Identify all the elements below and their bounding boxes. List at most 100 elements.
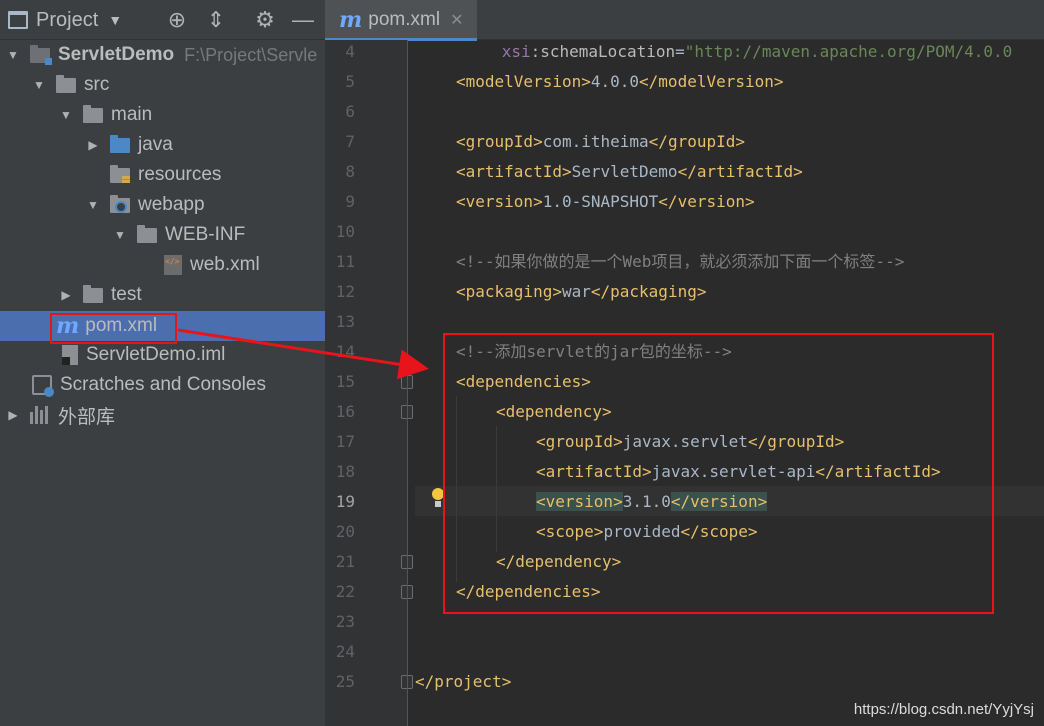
line-number: 12 [335, 282, 355, 301]
line-number: 22 [335, 582, 355, 601]
resources-folder-icon [110, 164, 130, 183]
code-line: <version>1.0-SNAPSHOT</version> [456, 187, 755, 217]
collapsed-arrow-icon[interactable]: ▶ [59, 288, 73, 302]
tree-item-label: src [84, 74, 110, 95]
line-number: 16 [335, 402, 355, 421]
expanded-arrow-icon[interactable]: ▼ [86, 198, 100, 212]
tree-item-label: WEB-INF [165, 224, 246, 245]
code-line: <!--如果你做的是一个Web项目，就必须添加下面一个标签--> [456, 247, 904, 277]
project-panel-header: Project ▼ ⊕ ⇕ ⚙ — [0, 0, 325, 40]
line-number: 21 [335, 552, 355, 571]
gutter-separator [407, 40, 408, 726]
tree-item-external-libraries[interactable]: ▶ 外部库 [0, 400, 325, 430]
line-number: 23 [335, 612, 355, 631]
code-line: <modelVersion>4.0.0</modelVersion> [456, 67, 784, 97]
folder-icon [137, 224, 157, 243]
code-line: </project> [415, 667, 511, 697]
code-line: <groupId>com.itheima</groupId> [456, 127, 745, 157]
xml-file-icon [164, 255, 182, 275]
code-token: "http://maven.apache.org/POM/4.0.0 [684, 42, 1013, 61]
project-window-icon [8, 11, 28, 29]
editor-gutter: 4 5 6 7 8 9 10 11 12 13 14 15 16 17 18 19 20 21 22 23 24 25 [325, 40, 413, 726]
tree-item-servletdemo[interactable]: ▼ ServletDemo F:\Project\Servle [0, 40, 325, 70]
chevron-down-icon[interactable]: ▼ [108, 12, 122, 28]
line-number: 8 [345, 162, 355, 181]
code-token: 4.0.0 [590, 72, 640, 91]
tree-item-label: ServletDemo [58, 44, 175, 65]
tree-item-label: Scratches and Consoles [60, 374, 266, 395]
line-number: 10 [335, 222, 355, 241]
tree-item-web-xml[interactable]: web.xml [0, 250, 325, 280]
tree-item-webapp[interactable]: ▼ webapp [0, 190, 325, 220]
expanded-arrow-icon[interactable]: ▼ [113, 228, 127, 242]
line-number: 13 [335, 312, 355, 331]
project-panel-title: Project [36, 8, 99, 31]
code-token: com.itheima [542, 132, 649, 151]
tree-item-scratches[interactable]: Scratches and Consoles [0, 370, 325, 400]
expanded-arrow-icon[interactable]: ▼ [32, 78, 46, 92]
tree-item-label: resources [138, 164, 222, 185]
expanded-arrow-icon[interactable]: ▼ [6, 48, 20, 62]
code-token: schemaLocation [540, 42, 676, 61]
tree-item-label: web.xml [190, 254, 260, 275]
scratches-icon [32, 375, 54, 397]
code-token: <artifactId> [456, 162, 572, 181]
hide-panel-icon[interactable]: — [290, 7, 316, 33]
iml-file-icon [62, 345, 78, 365]
project-panel: Project ▼ ⊕ ⇕ ⚙ — ▼ ServletDemo F:\Proje… [0, 0, 325, 726]
locate-icon[interactable]: ⊕ [164, 7, 190, 33]
tree-item-servletdemo-iml[interactable]: ServletDemo.iml [0, 340, 325, 370]
code-token: </groupId> [648, 132, 745, 151]
tree-item-main[interactable]: ▼ main [0, 100, 325, 130]
code-token: xsi [501, 42, 531, 61]
watermark: https://blog.csdn.net/YyjYsj [853, 701, 1034, 718]
line-number: 15 [335, 372, 355, 391]
folder-icon [83, 104, 103, 123]
code-line: <artifactId>ServletDemo</artifactId> [456, 157, 803, 187]
module-folder-icon [30, 44, 52, 65]
code-token: </project> [415, 672, 512, 691]
collapse-all-icon[interactable]: ⇕ [203, 7, 229, 33]
project-view-selector[interactable]: Project ▼ [8, 8, 122, 32]
code-token: ServletDemo [571, 162, 678, 181]
collapsed-arrow-icon[interactable]: ▶ [86, 138, 100, 152]
expanded-arrow-icon[interactable]: ▼ [59, 108, 73, 122]
code-token: <version> [456, 192, 543, 211]
tree-item-resources[interactable]: resources [0, 160, 325, 190]
code-token: <packaging> [456, 282, 562, 301]
line-number: 25 [335, 672, 355, 691]
library-icon [30, 406, 50, 424]
maven-icon: m [339, 7, 363, 33]
line-number: 6 [345, 102, 355, 121]
line-number: 4 [345, 42, 355, 61]
tree-item-label: ServletDemo.iml [86, 344, 226, 365]
code-token: <modelVersion> [456, 72, 591, 91]
tree-item-label: test [111, 284, 142, 305]
tree-item-java[interactable]: ▶ java [0, 130, 325, 160]
tree-item-web-inf[interactable]: ▼ WEB-INF [0, 220, 325, 250]
code-token: <groupId> [456, 132, 543, 151]
gear-icon[interactable]: ⚙ [252, 7, 278, 33]
line-number: 18 [335, 462, 355, 481]
line-number: 24 [335, 642, 355, 661]
tree-item-src[interactable]: ▼ src [0, 70, 325, 100]
source-folder-icon [110, 134, 130, 153]
code-token: </version> [658, 192, 755, 211]
code-token: </packaging> [590, 282, 707, 301]
collapsed-arrow-icon[interactable]: ▶ [6, 408, 20, 422]
line-number: 5 [345, 72, 355, 91]
code-token: 1.0-SNAPSHOT [542, 192, 659, 211]
tree-item-label: main [111, 104, 153, 125]
close-icon[interactable]: ✕ [450, 10, 463, 30]
tree-item-label: java [138, 134, 173, 155]
tree-item-test[interactable]: ▶ test [0, 280, 325, 310]
code-token: : [530, 42, 541, 61]
tab-pom-xml[interactable]: m pom.xml ✕ [325, 0, 477, 41]
tree-item-path: F:\Project\Servle [184, 44, 318, 65]
folder-icon [56, 74, 76, 93]
code-line: <packaging>war</packaging> [456, 277, 706, 307]
code-line: xsi:schemaLocation="http://maven.apache.… [415, 37, 1013, 67]
editor-tab-bar: m pom.xml ✕ [325, 0, 1044, 41]
code-token: </artifactId> [677, 162, 803, 181]
